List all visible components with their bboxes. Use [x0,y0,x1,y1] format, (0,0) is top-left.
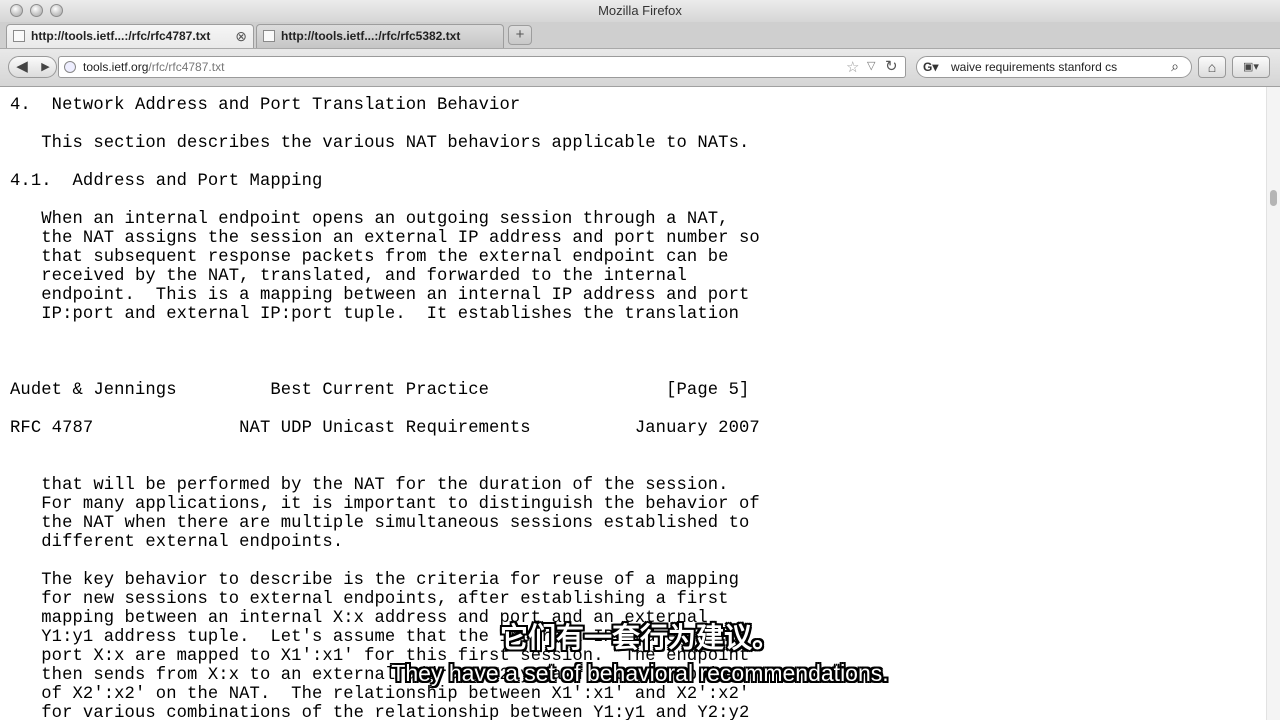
page-footer: Audet & Jennings Best Current Practice [… [10,381,750,400]
tab-rfc5382[interactable]: http://tools.ietf...:/rfc/rfc5382.txt [256,24,504,48]
paragraph-line: This section describes the various NAT b… [10,134,750,153]
paragraph-line: endpoint. This is a mapping between an i… [10,286,750,305]
paragraph-line: for various combinations of the relation… [10,704,750,720]
tab-rfc4787[interactable]: http://tools.ietf...:/rfc/rfc4787.txt ⊗ [6,24,254,48]
tab-label: http://tools.ietf...:/rfc/rfc5382.txt [281,29,461,43]
paragraph-line: IP:port and external IP:port tuple. It e… [10,305,739,324]
search-bar[interactable]: G▾ waive requirements stanford cs ⌕ [916,56,1192,78]
url-bar[interactable]: tools.ietf.org/rfc/rfc4787.txt ☆ ▽ ↻ [58,56,906,78]
home-icon[interactable]: ⌂ [1198,56,1226,78]
tab-label: http://tools.ietf...:/rfc/rfc4787.txt [31,29,211,43]
subtitle-chinese: 它们有一套行为建议。 [499,622,780,653]
subtitle-english: They have a set of behavioral recommenda… [391,660,889,686]
paragraph-line: For many applications, it is important t… [10,495,760,514]
google-icon[interactable]: G▾ [923,60,938,74]
paragraph-line: of X2':x2' on the NAT. The relationship … [10,685,750,704]
search-icon[interactable]: ⌕ [1171,58,1179,75]
scrollbar-thumb[interactable] [1270,190,1277,206]
forward-arrow-icon[interactable]: ▶ [35,56,57,78]
window-titlebar: Mozilla Firefox [0,0,1280,23]
section-heading: 4. Network Address and Port Translation … [10,96,521,115]
search-input[interactable]: waive requirements stanford cs [951,60,1117,74]
navigation-toolbar: ◀ ▶ tools.ietf.org/rfc/rfc4787.txt ☆ ▽ ↻… [0,49,1280,87]
url-path: /rfc/rfc4787.txt [148,60,225,74]
new-tab-button[interactable]: + [508,25,532,45]
url-text[interactable]: tools.ietf.org/rfc/rfc4787.txt [83,60,224,74]
reload-icon[interactable]: ↻ [885,57,898,75]
page-header: RFC 4787 NAT UDP Unicast Requirements Ja… [10,419,760,438]
close-tab-icon[interactable]: ⊗ [235,28,247,45]
paragraph-line: the NAT assigns the session an external … [10,229,760,248]
paragraph-line: different external endpoints. [10,533,344,552]
bookmark-star-icon[interactable]: ☆ [846,58,859,76]
url-host: tools.ietf.org [83,60,149,74]
paragraph-line: received by the NAT, translated, and for… [10,267,687,286]
back-arrow-icon[interactable]: ◀ [8,56,36,78]
history-dropdown-icon[interactable]: ▽ [867,59,875,72]
menu-icon[interactable]: ▣▾ [1232,56,1270,78]
paragraph-line: The key behavior to describe is the crit… [10,571,739,590]
subsection-heading: 4.1. Address and Port Mapping [10,172,323,191]
paragraph-line: that subsequent response packets from th… [10,248,729,267]
page-icon [263,30,275,42]
page-icon [13,30,25,42]
tab-bar: http://tools.ietf...:/rfc/rfc4787.txt ⊗ … [0,22,1280,49]
paragraph-line: the NAT when there are multiple simultan… [10,514,750,533]
paragraph-line: for new sessions to external endpoints, … [10,590,729,609]
paragraph-line: that will be performed by the NAT for th… [10,476,729,495]
site-identity-icon[interactable] [64,61,76,73]
window-title: Mozilla Firefox [598,3,682,18]
paragraph-line: When an internal endpoint opens an outgo… [10,210,729,229]
